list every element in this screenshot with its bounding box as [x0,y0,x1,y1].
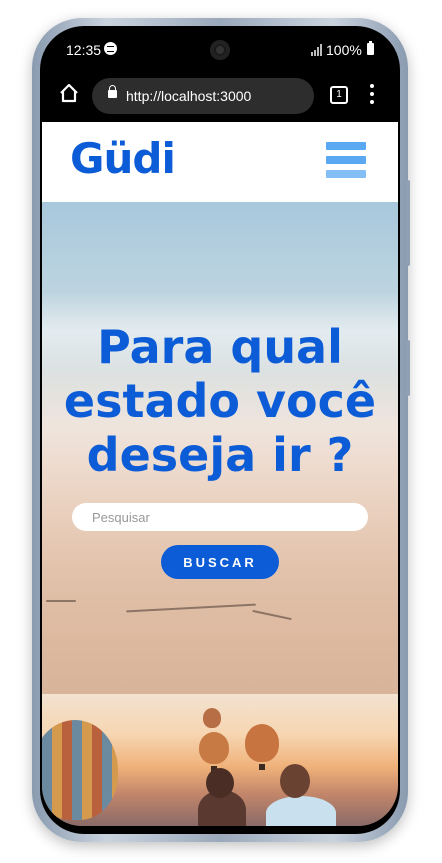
home-icon[interactable] [58,82,80,104]
beach-stick [252,609,292,621]
volume-button [406,180,410,266]
hot-air-balloon [199,732,229,764]
hero-title-line: Para qual [97,320,343,374]
browser-toolbar: http://localhost:3000 1 [42,74,398,122]
status-bar: 12:35 100% [42,28,398,74]
person-silhouette [266,796,336,826]
phone-screen: 12:35 100% http://localhost:3000 1 Güdi [42,28,398,826]
status-time: 12:35 [66,42,102,58]
beach-stick [46,600,76,602]
search-input[interactable] [72,503,368,531]
lock-icon [108,85,117,98]
front-camera [210,40,230,60]
battery-level: 100% [326,42,362,58]
spotify-icon [104,42,117,55]
hero-title: Para qual estado você deseja ir ? [42,320,398,482]
phone-bezel: 12:35 100% http://localhost:3000 1 Güdi [40,26,400,834]
hot-air-balloon [245,724,279,762]
hot-air-balloon [203,708,221,728]
signal-icon [311,44,323,56]
url-text: http://localhost:3000 [126,88,252,104]
more-vert-icon[interactable] [370,84,374,104]
hero-section: Para qual estado você deseja ir ? BUSCAR [42,202,398,694]
hero-title-line: deseja ir ? [86,428,354,482]
tab-switcher-button[interactable]: 1 [330,86,348,104]
address-bar[interactable]: http://localhost:3000 [92,78,314,114]
balloon-photo [42,694,398,826]
search-button[interactable]: BUSCAR [161,545,279,579]
hamburger-icon[interactable] [326,142,366,182]
site-logo[interactable]: Güdi [70,134,176,183]
hero-title-line: estado você [63,374,377,428]
power-button [406,340,410,396]
site-header: Güdi [42,122,398,202]
person-head [280,764,310,798]
battery-icon [367,41,374,55]
person-head [206,768,234,798]
hot-air-balloon [42,720,118,820]
balloon-basket [259,764,265,770]
beach-stick [126,603,256,613]
